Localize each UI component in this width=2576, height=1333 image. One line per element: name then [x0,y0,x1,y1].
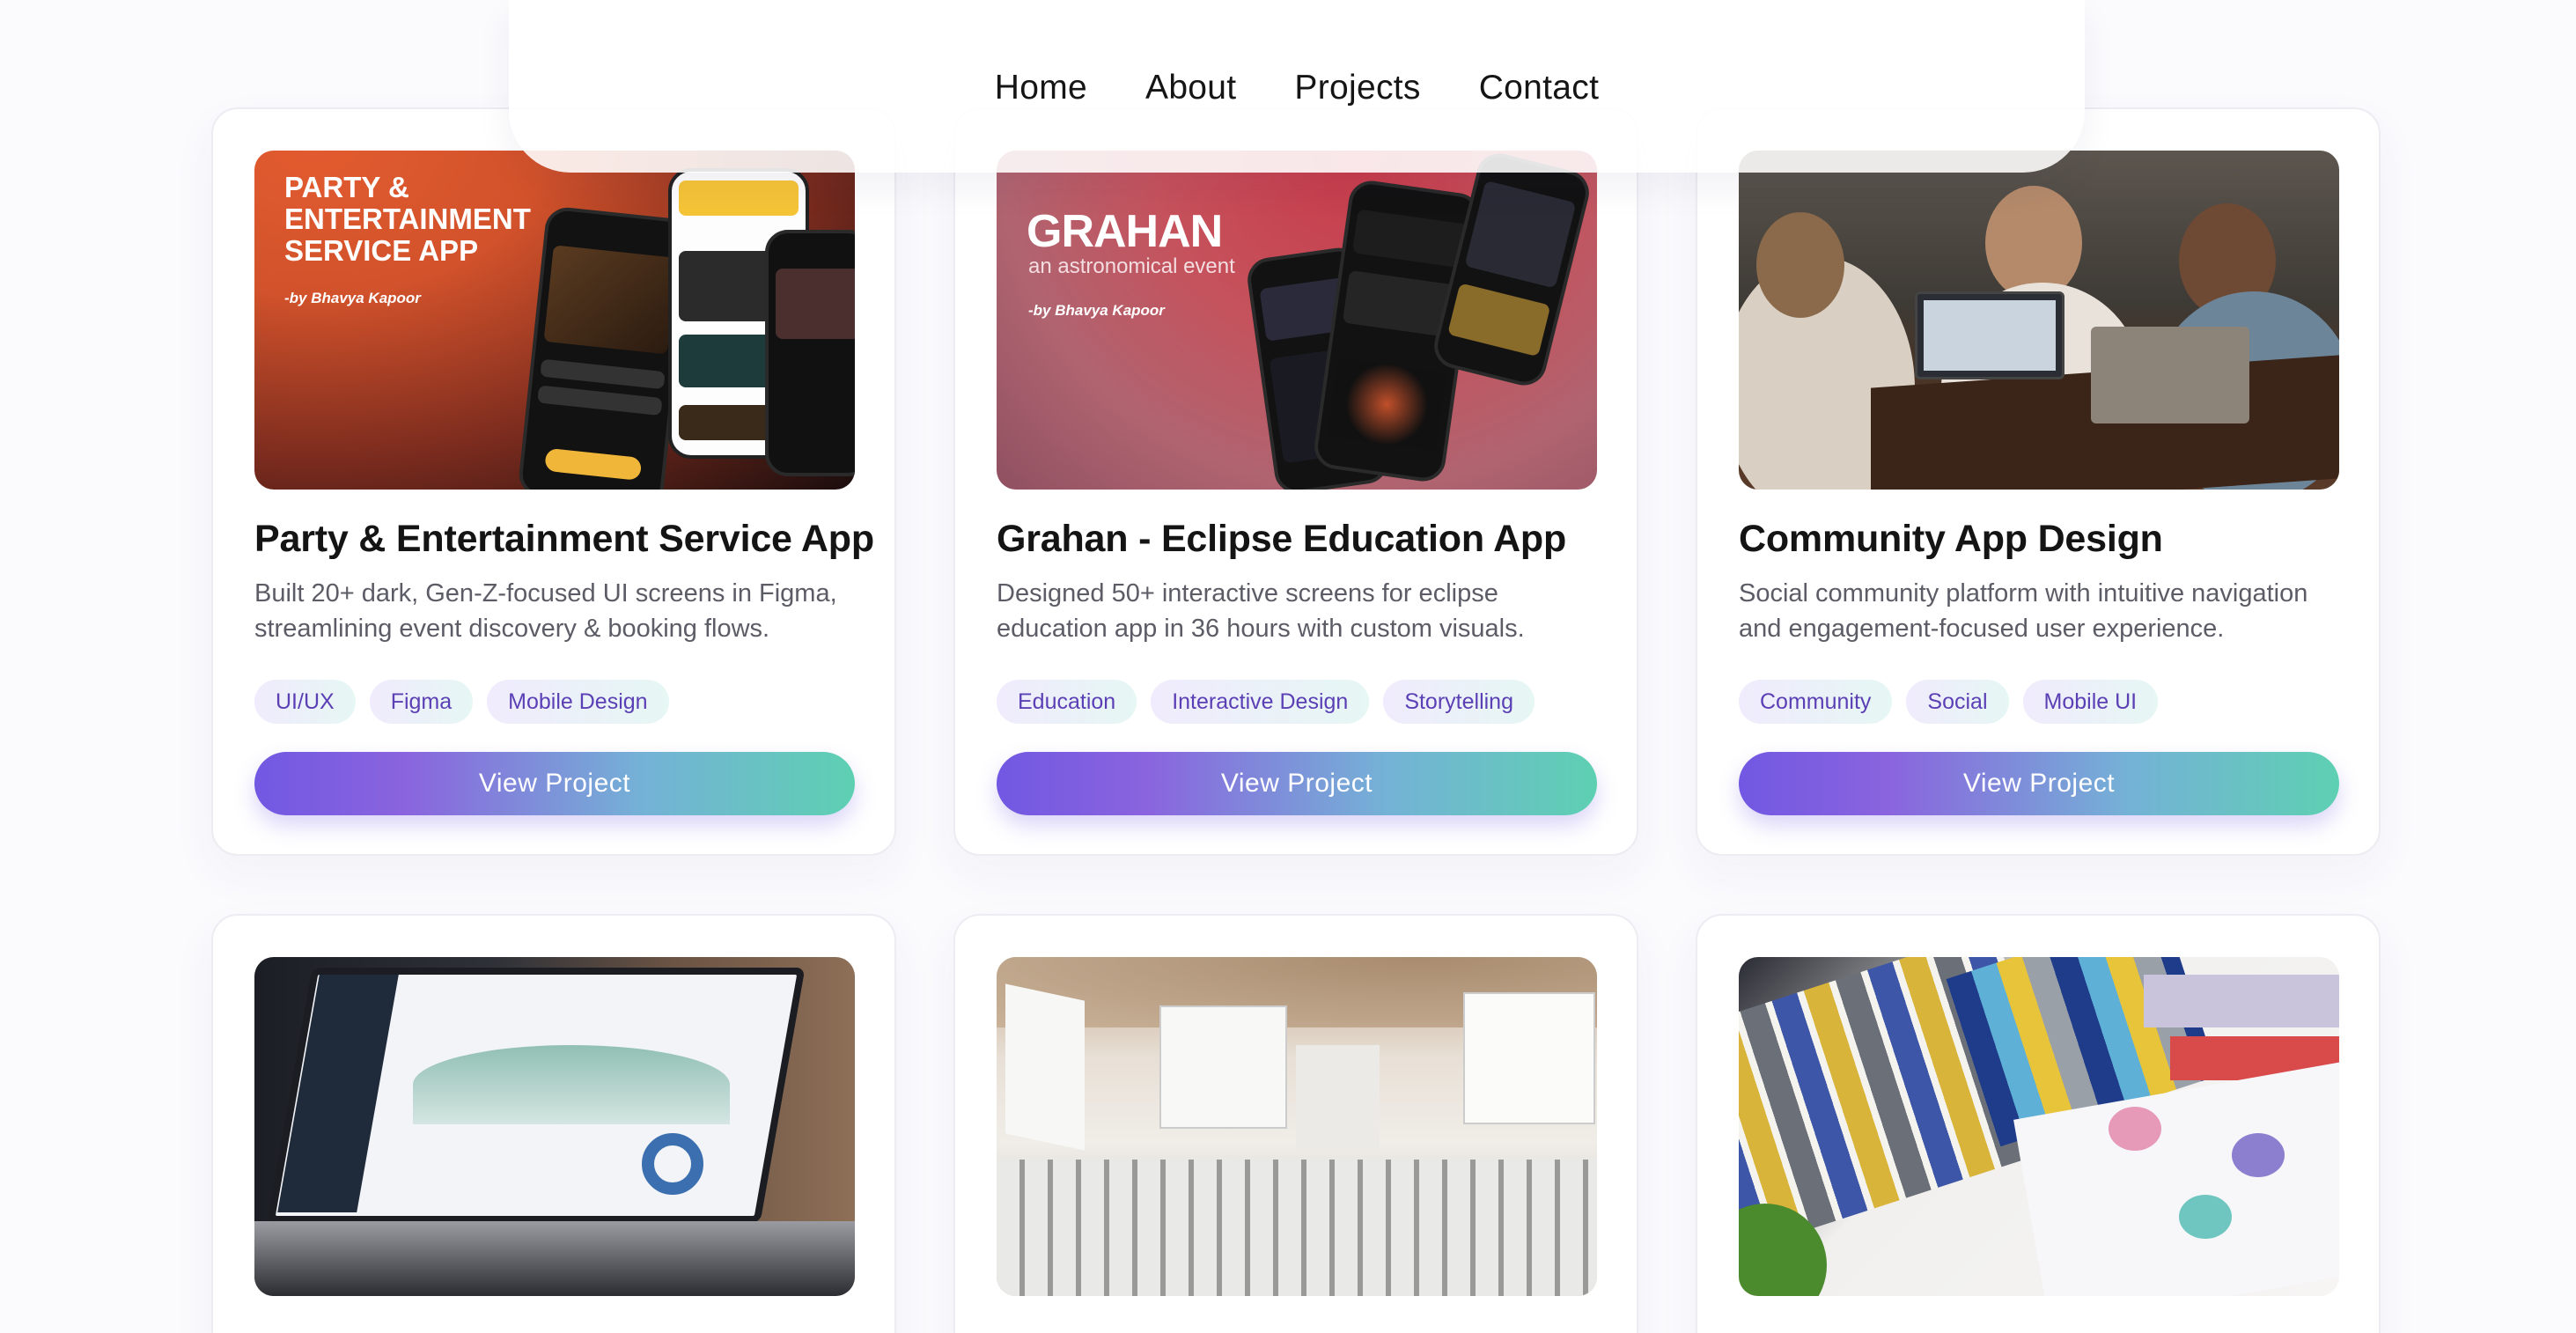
top-navigation: Home About Projects Contact [509,0,2085,173]
project-image-party: PARTY & ENTERTAINMENT SERVICE APP -by Bh… [254,151,855,490]
project-title: Grahan - Eclipse Education App [997,518,1567,560]
project-card-grahan: GRAHAN an astronomical event -by Bhavya … [953,107,1638,856]
tag: Storytelling [1383,680,1535,724]
project-image-color-swatches [1739,957,2339,1296]
tag: Education [997,680,1137,724]
view-project-button[interactable]: View Project [1739,752,2339,815]
project-card [211,914,896,1333]
tag: Social [1906,680,2009,724]
project-description: Designed 50+ interactive screens for ecl… [997,579,1525,643]
tag: Figma [369,680,474,724]
project-image-laptop-dashboard [254,957,855,1296]
view-project-button[interactable]: View Project [254,752,855,815]
project-image-community [1739,151,2339,490]
image-byline: -by Bhavya Kapoor [1028,302,1165,319]
project-description: Built 20+ dark, Gen-Z-focused UI screens… [254,579,837,643]
tag: Mobile UI [2022,680,2159,724]
project-image-conference-hall [997,957,1597,1296]
view-project-button[interactable]: View Project [997,752,1597,815]
project-card [953,914,1638,1333]
tag: Interactive Design [1151,680,1370,724]
image-subheading: an astronomical event [1028,254,1235,278]
tag-list: UI/UX Figma Mobile Design [254,680,669,724]
project-card [1696,914,2381,1333]
project-description: Social community platform with intuitive… [1739,579,2308,643]
tag: Community [1739,680,1893,724]
project-card-party: PARTY & ENTERTAINMENT SERVICE APP -by Bh… [211,107,896,856]
phone-mockup [765,230,855,476]
image-heading: PARTY & ENTERTAINMENT SERVICE APP [284,171,531,267]
image-byline: -by Bhavya Kapoor [284,290,421,306]
project-image-grahan: GRAHAN an astronomical event -by Bhavya … [997,151,1597,490]
tag-list: Education Interactive Design Storytellin… [997,680,1535,724]
tag: UI/UX [254,680,356,724]
image-heading: GRAHAN [1027,206,1223,257]
project-title: Community App Design [1739,518,2163,560]
project-title: Party & Entertainment Service App [254,518,874,560]
tag: Mobile Design [487,680,669,724]
tag-list: Community Social Mobile UI [1739,680,2159,724]
project-card-community: Community App Design Social community pl… [1696,107,2381,856]
phone-mockup [1429,151,1594,391]
nav-contact-link[interactable]: Contact [1479,69,1600,107]
nav-projects-link[interactable]: Projects [1294,69,1420,107]
nav-home-link[interactable]: Home [995,69,1087,107]
phone-mockup [517,205,692,490]
nav-about-link[interactable]: About [1145,69,1236,107]
